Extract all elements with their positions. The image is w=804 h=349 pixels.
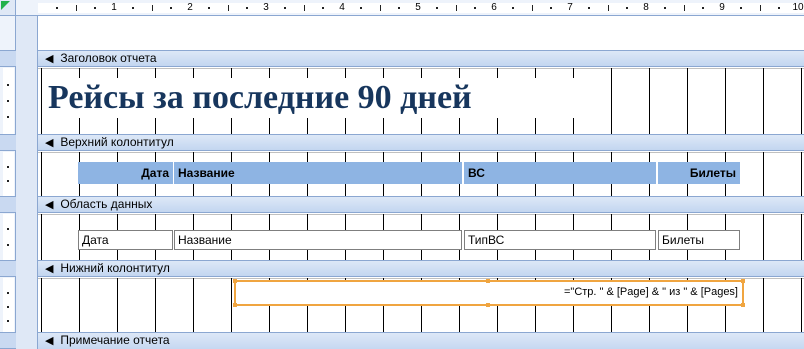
ruler-tick [94, 7, 96, 9]
ruler-number: 3 [263, 2, 269, 13]
resize-handle[interactable] [741, 303, 745, 307]
ruler-tick [360, 7, 362, 9]
page-number-expression: ="Стр. " & [Page] & " из " & [Pages] [563, 286, 738, 298]
ruler-tick [608, 5, 609, 11]
ruler-number: 8 [643, 2, 649, 13]
ruler-tick [626, 7, 628, 9]
ruler-tick [550, 7, 552, 9]
ruler-tick [152, 5, 153, 11]
band-report-header[interactable]: ◀ Заголовок отчета [38, 50, 804, 67]
section-selector-column[interactable] [16, 16, 38, 349]
band-detail-label: Область данных [60, 197, 153, 211]
label-date-header[interactable]: Дата [78, 162, 173, 184]
ruler-tick [322, 7, 324, 9]
ruler-number: 5 [415, 2, 421, 13]
ruler-tick [398, 7, 400, 9]
band-page-footer-label: Нижний колонтитул [60, 261, 170, 275]
ruler-tick [246, 7, 248, 9]
ruler-tick [588, 7, 590, 9]
ruler-tick [228, 5, 229, 11]
ruler-number: 10 [792, 2, 804, 13]
resize-handle[interactable] [486, 303, 490, 307]
band-collapse-arrow-icon: ◀ [45, 53, 54, 65]
ruler-tick [208, 7, 210, 9]
vruler-segment-report-header [3, 68, 14, 134]
ruler-number: 7 [567, 2, 573, 13]
ruler-tick [380, 5, 381, 11]
band-page-header-label: Верхний колонтитул [60, 135, 174, 149]
report-select-indicator-icon [1, 1, 10, 10]
ruler-tick [132, 7, 134, 9]
vruler-band-report-header [0, 50, 16, 67]
area-page-header[interactable]: Дата Название ВС Билеты [38, 152, 804, 196]
band-collapse-arrow-icon: ◀ [45, 335, 54, 347]
report-title-label[interactable]: Рейсы за последние 90 дней [48, 78, 598, 118]
field-name[interactable]: Название [174, 230, 462, 250]
resize-handle[interactable] [486, 279, 490, 283]
band-report-footer[interactable]: ◀ Примечание отчета [38, 332, 804, 349]
vruler-band-page-footer [0, 260, 16, 277]
band-detail[interactable]: ◀ Область данных [38, 196, 804, 213]
ruler-tick [512, 7, 514, 9]
band-page-header[interactable]: ◀ Верхний колонтитул [38, 134, 804, 151]
ruler-tick [740, 7, 742, 9]
vruler-segment-detail [3, 214, 14, 260]
band-report-header-label: Заголовок отчета [60, 51, 157, 65]
ruler-tick [664, 7, 666, 9]
ruler-tick [284, 7, 286, 9]
label-aircraft-header[interactable]: ВС [464, 162, 656, 184]
vruler-segment-page-header [3, 152, 14, 196]
band-collapse-arrow-icon: ◀ [45, 137, 54, 149]
ruler-tick [456, 5, 457, 11]
vruler-band-page-header [0, 134, 16, 151]
area-report-header[interactable]: Рейсы за последние 90 дней [38, 68, 804, 134]
field-aircraft-type[interactable]: ТипВС [464, 230, 656, 250]
ruler-number: 1 [111, 2, 117, 13]
ruler-number: 2 [187, 2, 193, 13]
ruler-tick [760, 5, 761, 11]
resize-handle[interactable] [233, 303, 237, 307]
band-collapse-arrow-icon: ◀ [45, 263, 54, 275]
ruler-tick [170, 7, 172, 9]
resize-handle[interactable] [233, 279, 237, 283]
field-date[interactable]: Дата [78, 230, 173, 250]
label-name-header[interactable]: Название [174, 162, 462, 184]
ruler-tick [436, 7, 438, 9]
ruler-tick [76, 5, 77, 11]
field-tickets[interactable]: Билеты [658, 230, 740, 250]
ruler-tick [474, 7, 476, 9]
ruler-tick [532, 5, 533, 11]
page-number-textbox[interactable]: ="Стр. " & [Page] & " из " & [Pages] [233, 279, 745, 307]
ruler-tick [684, 5, 685, 11]
label-tickets-header[interactable]: Билеты [658, 162, 740, 184]
resize-handle[interactable] [741, 279, 745, 283]
vertical-ruler[interactable] [0, 16, 16, 349]
report-selector-corner[interactable] [0, 0, 16, 16]
ruler-number: 9 [719, 2, 725, 13]
horizontal-ruler[interactable]: 1 2 3 4 5 6 7 8 9 10 [16, 0, 804, 16]
band-report-footer-label: Примечание отчета [60, 333, 170, 347]
band-page-footer[interactable]: ◀ Нижний колонтитул [38, 260, 804, 277]
vruler-band-detail [0, 196, 16, 213]
vruler-segment-page-footer [3, 278, 14, 332]
area-detail[interactable]: Дата Название ТипВС Билеты [38, 214, 804, 260]
ruler-tick [304, 5, 305, 11]
vruler-band-report-footer [0, 332, 16, 349]
band-collapse-arrow-icon: ◀ [45, 199, 54, 211]
ruler-tick [56, 7, 58, 9]
area-page-footer[interactable]: ="Стр. " & [Page] & " из " & [Pages] [38, 278, 804, 332]
report-design-surface[interactable]: ◀ Заголовок отчета Рейсы за последние 90… [16, 16, 804, 349]
ruler-tick [778, 7, 780, 9]
ruler-number: 6 [491, 2, 497, 13]
ruler-number: 4 [339, 2, 345, 13]
ruler-tick [702, 7, 704, 9]
